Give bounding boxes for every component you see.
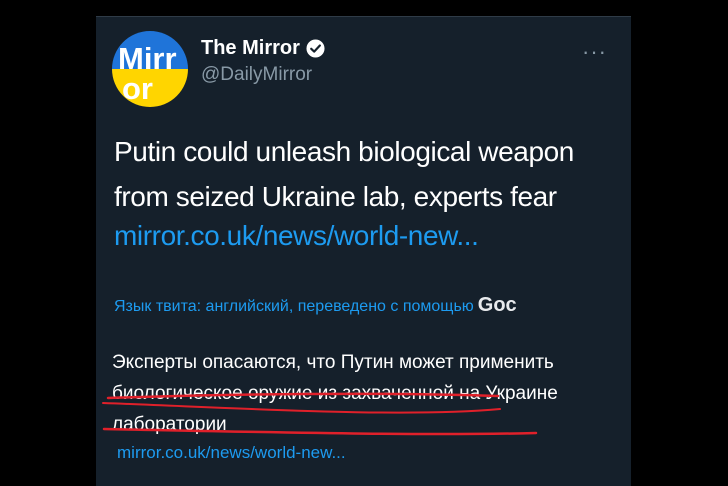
user-handle[interactable]: @DailyMirror — [201, 64, 312, 86]
more-options-icon[interactable]: ··· — [582, 39, 607, 65]
author-name-row[interactable]: The Mirror — [201, 37, 325, 60]
display-name[interactable]: The Mirror — [201, 37, 300, 60]
tweet-card: Mirr or The Mirror @DailyMirror ··· Puti… — [96, 16, 631, 486]
tweet-link[interactable]: mirror.co.uk/news/world-new... — [114, 220, 479, 252]
tweet-text: Putin could unleash biological weapon fr… — [114, 136, 574, 212]
svg-text:or: or — [122, 71, 153, 106]
translated-link[interactable]: mirror.co.uk/news/world-new... — [117, 443, 346, 463]
google-logo: Goc — [477, 294, 517, 316]
translated-text: Эксперты опасаются, что Путин может прим… — [112, 352, 558, 435]
translation-note-label: Язык твита: английский, переведено с пом… — [114, 298, 474, 315]
avatar-logo: Mirr or — [118, 41, 177, 106]
translation-note[interactable]: Язык твита: английский, переведено с пом… — [114, 294, 624, 317]
avatar[interactable]: Mirr or — [112, 31, 188, 107]
verified-badge-icon — [306, 39, 325, 58]
